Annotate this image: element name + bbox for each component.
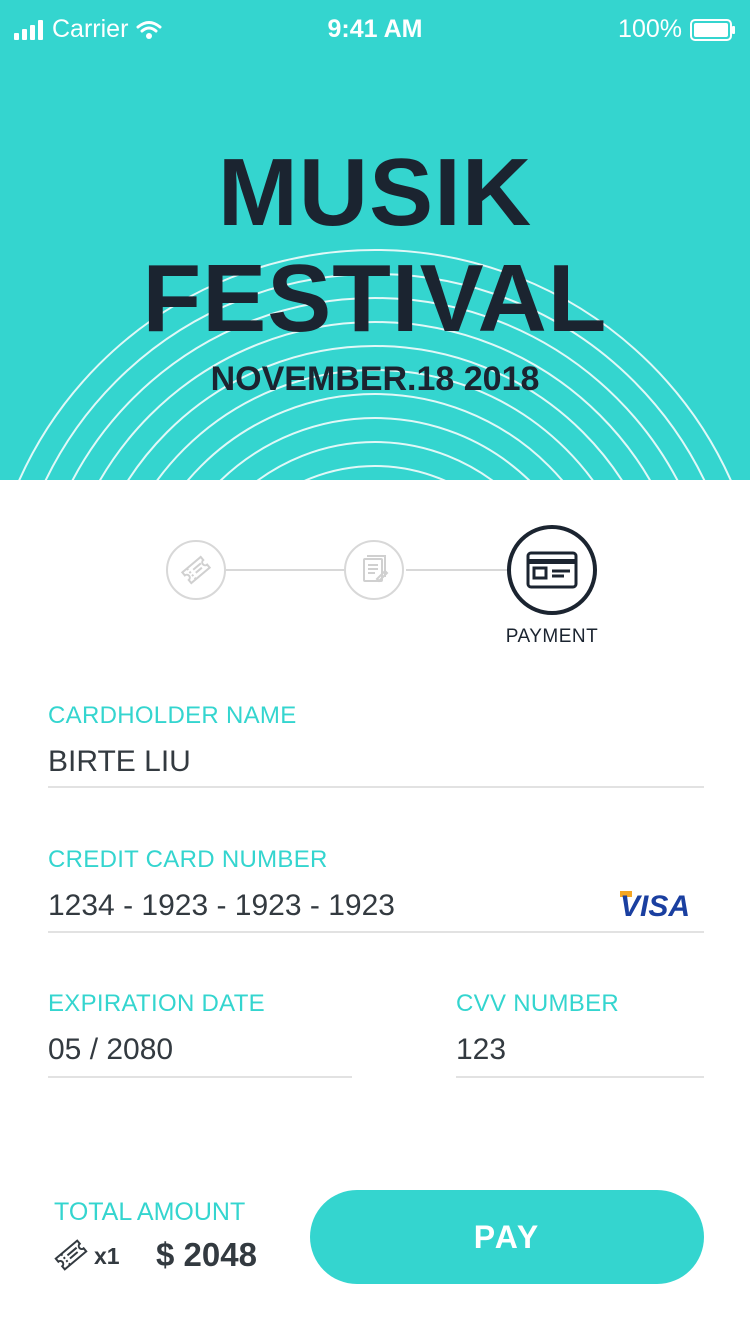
festival-title-line1: MUSIK bbox=[217, 139, 533, 246]
step-payment-label: PAYMENT bbox=[505, 626, 599, 647]
cardholder-name-input[interactable] bbox=[48, 742, 704, 782]
pay-button[interactable]: PAY bbox=[310, 1190, 704, 1284]
festival-date: NOVEMBER.18 2018 bbox=[210, 360, 540, 398]
cvv-label: CVV NUMBER bbox=[456, 990, 620, 1017]
step-payment[interactable] bbox=[507, 525, 597, 615]
ticket-quantity-icon bbox=[54, 1239, 88, 1271]
step-tickets[interactable] bbox=[166, 540, 226, 600]
credit-card-icon bbox=[526, 551, 578, 589]
vinyl-ring bbox=[256, 441, 494, 480]
card-number-input[interactable] bbox=[48, 886, 608, 926]
cvv-underline bbox=[456, 1076, 704, 1078]
card-number-label: CREDIT CARD NUMBER bbox=[48, 846, 328, 873]
expiration-date-underline bbox=[48, 1076, 352, 1078]
expiration-date-label: EXPIRATION DATE bbox=[48, 990, 265, 1017]
battery-icon bbox=[690, 18, 735, 41]
stepper-connector bbox=[406, 569, 510, 571]
cardholder-name-label: CARDHOLDER NAME bbox=[48, 702, 297, 729]
vinyl-ring bbox=[186, 393, 564, 480]
cvv-input[interactable] bbox=[456, 1030, 704, 1070]
stepper-connector bbox=[226, 569, 344, 571]
checkout-stepper: PAYMENT bbox=[0, 480, 750, 670]
status-bar: Carrier 9:41 AM 100% bbox=[0, 0, 750, 60]
cardholder-name-underline bbox=[48, 786, 704, 788]
hero-banner: Carrier 9:41 AM 100% MUSIK FESTIVAL NOVE… bbox=[0, 0, 750, 480]
card-number-underline bbox=[48, 931, 704, 933]
ticket-icon bbox=[180, 555, 212, 585]
total-amount-label: TOTAL AMOUNT bbox=[54, 1198, 246, 1226]
festival-title-line2: FESTIVAL bbox=[142, 245, 608, 352]
battery-percent: 100% bbox=[618, 15, 682, 43]
document-icon bbox=[363, 555, 389, 583]
total-amount-value: $ 2048 bbox=[156, 1236, 257, 1273]
vinyl-ring bbox=[304, 465, 446, 480]
expiration-date-input[interactable] bbox=[48, 1030, 352, 1070]
step-details[interactable] bbox=[344, 540, 404, 600]
ticket-quantity: x1 bbox=[94, 1243, 120, 1269]
visa-logo: VISA bbox=[620, 890, 691, 923]
